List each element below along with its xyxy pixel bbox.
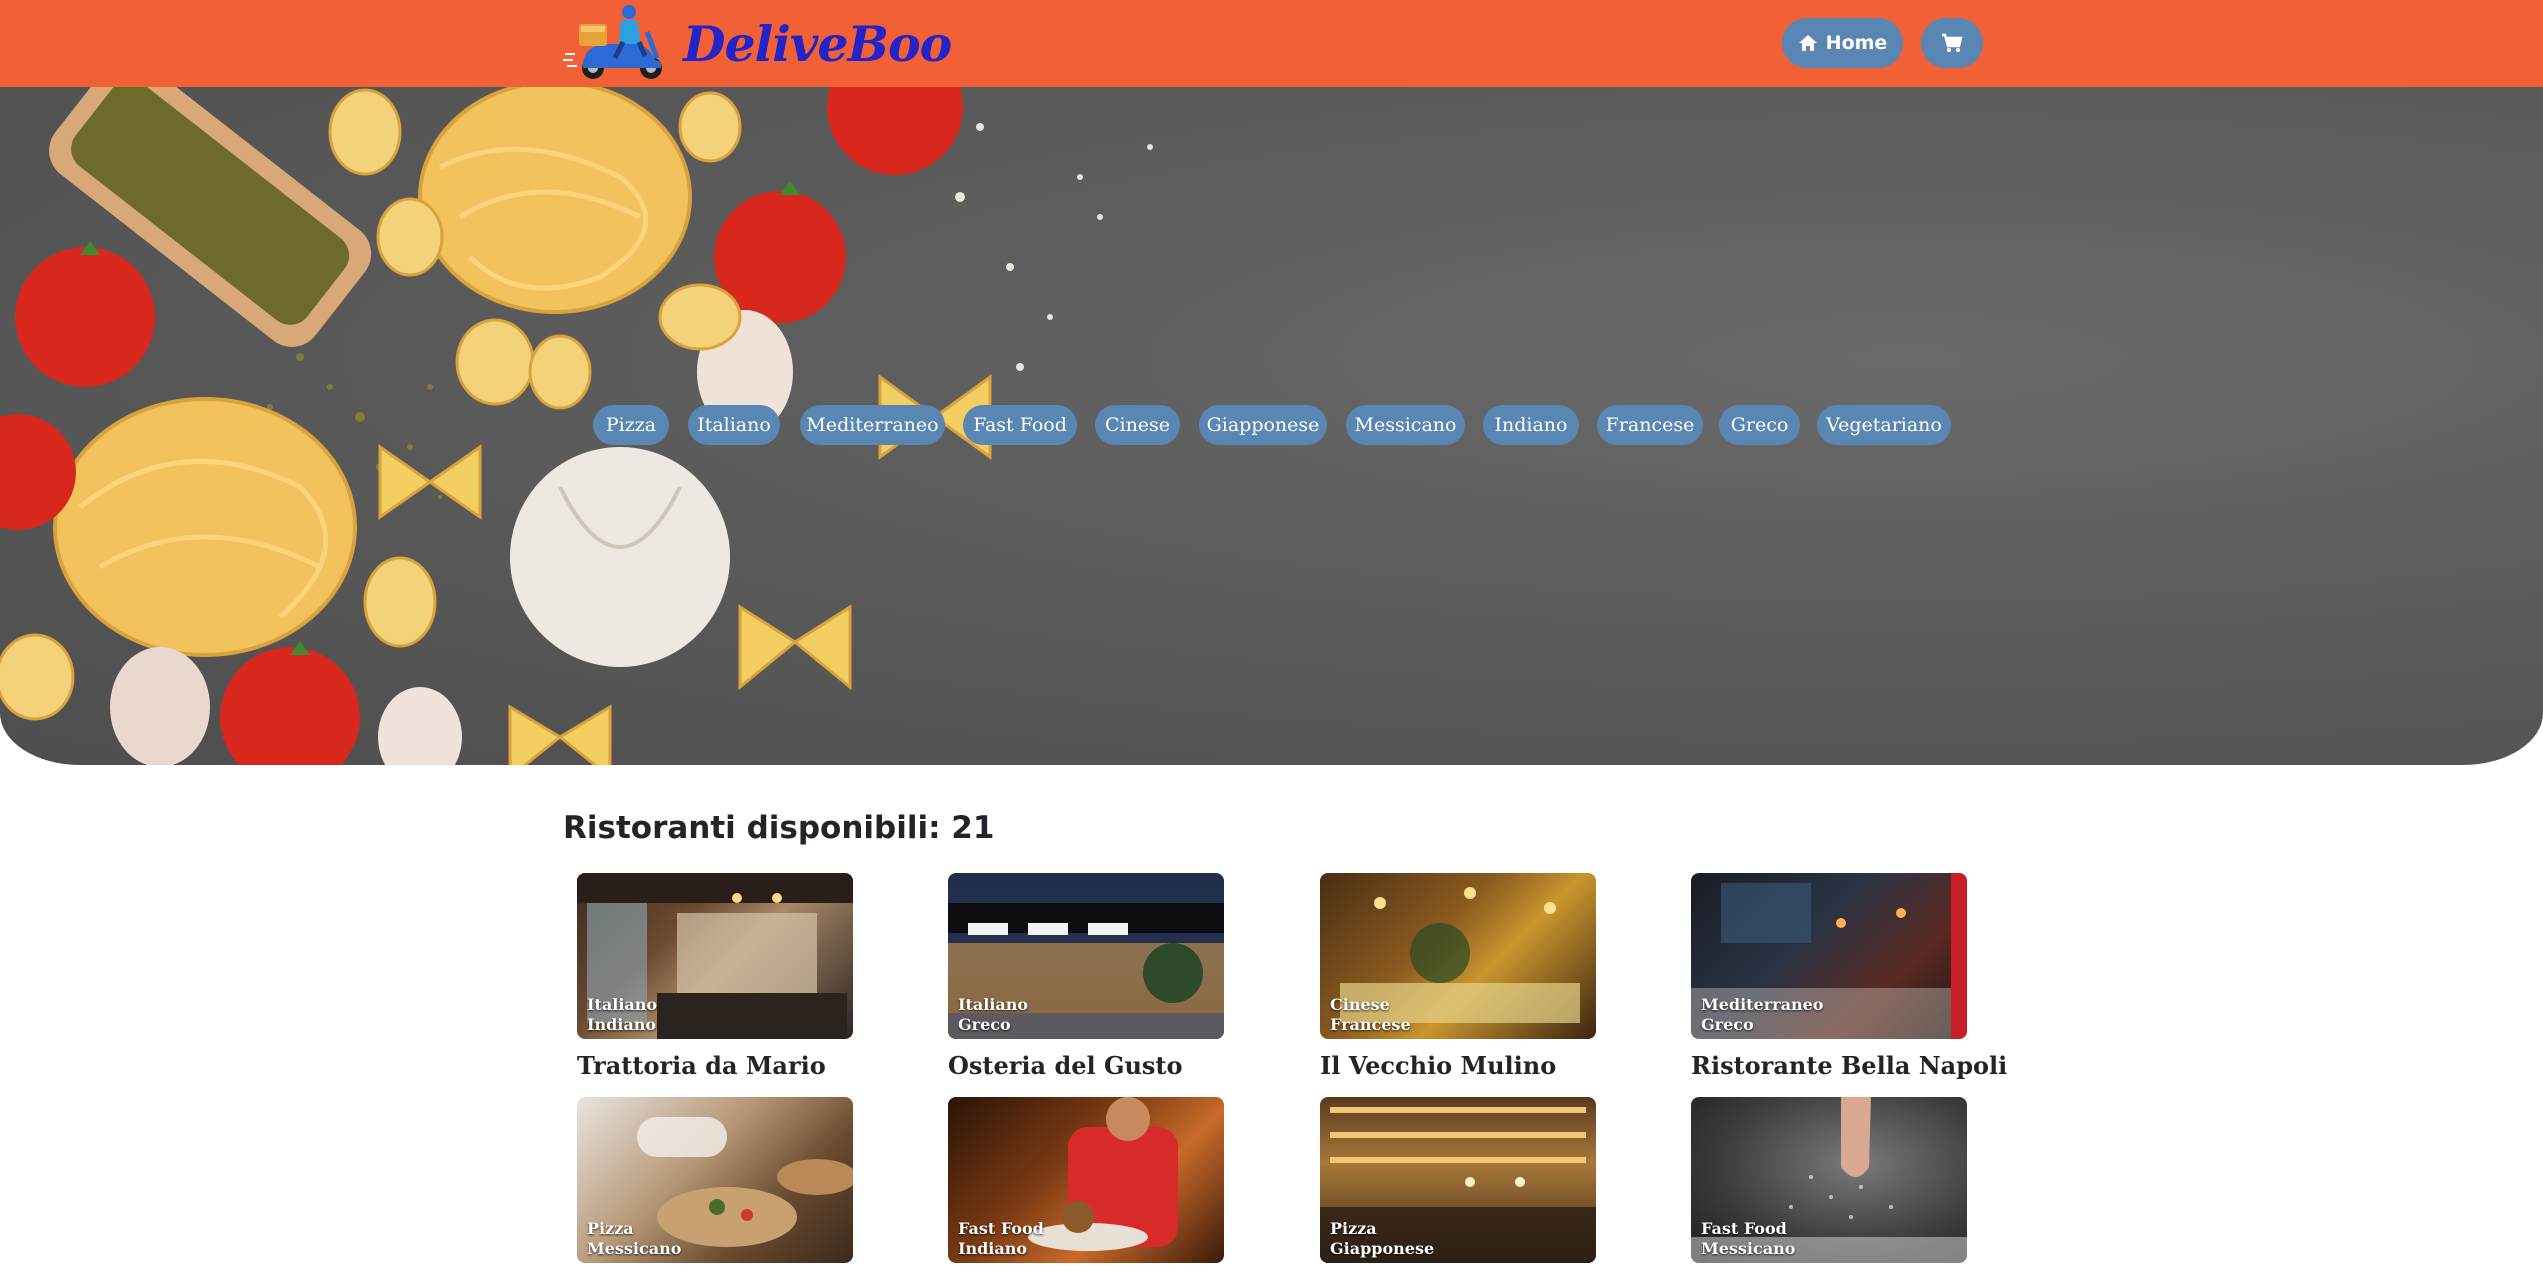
home-button[interactable]: Home	[1782, 18, 1903, 68]
restaurant-photo[interactable]: Fast Food Indiano	[948, 1097, 1224, 1263]
restaurant-name[interactable]: Il Vecchio Mulino	[1320, 1051, 1596, 1080]
home-icon	[1798, 35, 1817, 51]
restaurant-card[interactable]: Fast Food Indiano	[948, 1097, 1224, 1263]
category-pill-cinese[interactable]: Cinese	[1095, 405, 1180, 445]
category-pill-francese[interactable]: Francese	[1597, 405, 1703, 445]
restaurant-photo[interactable]: Italiano Indiano	[577, 873, 853, 1039]
restaurant-card[interactable]: Fast Food Messicano	[1691, 1097, 1967, 1263]
restaurant-card[interactable]: Italiano Indiano Trattoria da Mario	[577, 873, 853, 1080]
restaurant-type-tags: Italiano Greco	[958, 995, 1029, 1034]
top-navbar: DeliveBoo Home	[0, 0, 2543, 87]
restaurant-photo[interactable]: Mediterraneo Greco	[1691, 873, 1967, 1039]
restaurant-photo[interactable]: Italiano Greco	[948, 873, 1224, 1039]
restaurant-name[interactable]: Ristorante Bella Napoli	[1691, 1051, 2007, 1080]
restaurant-photo[interactable]: Cinese Francese	[1320, 873, 1596, 1039]
restaurant-type-tags: Italiano Indiano	[587, 995, 658, 1034]
category-pill-giapponese[interactable]: Giapponese	[1199, 405, 1327, 445]
category-pill-mediterraneo[interactable]: Mediterraneo	[800, 405, 945, 445]
cart-button[interactable]	[1921, 18, 1983, 68]
restaurant-photo[interactable]: Fast Food Messicano	[1691, 1097, 1967, 1263]
restaurant-photo[interactable]: Pizza Giapponese	[1320, 1097, 1596, 1263]
restaurant-card[interactable]: Pizza Giapponese	[1320, 1097, 1596, 1263]
category-pill-greco[interactable]: Greco	[1719, 405, 1800, 445]
restaurant-card[interactable]: Italiano Greco Osteria del Gusto	[948, 873, 1224, 1080]
restaurant-type-tags: Pizza Giapponese	[1330, 1219, 1435, 1258]
delivery-scooter-icon	[563, 4, 662, 79]
cart-icon	[1942, 33, 1963, 52]
restaurant-card[interactable]: Pizza Messicano	[577, 1097, 853, 1263]
home-label: Home	[1825, 32, 1888, 54]
restaurant-photo[interactable]: Pizza Messicano	[577, 1097, 853, 1263]
category-pill-vegetariano[interactable]: Vegetariano	[1817, 405, 1951, 445]
restaurant-card[interactable]: Mediterraneo Greco Ristorante Bella Napol…	[1691, 873, 2007, 1080]
category-pill-messicano[interactable]: Messicano	[1346, 405, 1465, 445]
brand-name: DeliveBoo	[683, 14, 952, 73]
brand-logo[interactable]: DeliveBoo	[563, 0, 952, 87]
restaurant-type-tags: Fast Food Indiano	[958, 1219, 1044, 1258]
category-pill-indiano[interactable]: Indiano	[1483, 405, 1579, 445]
restaurant-type-tags: Pizza Messicano	[587, 1219, 682, 1258]
category-pill-pizza[interactable]: Pizza	[593, 405, 669, 445]
restaurant-card[interactable]: Cinese Francese Il Vecchio Mulino	[1320, 873, 1596, 1080]
restaurant-type-tags: Fast Food Messicano	[1701, 1219, 1796, 1258]
restaurant-type-tags: Mediterraneo Greco	[1701, 995, 1824, 1034]
restaurant-name[interactable]: Osteria del Gusto	[948, 1051, 1224, 1080]
hero-banner: Pizza Italiano Mediterraneo Fast Food Ci…	[0, 87, 2543, 765]
restaurants-count-heading: Ristoranti disponibili: 21	[563, 810, 995, 846]
restaurant-name[interactable]: Trattoria da Mario	[577, 1051, 853, 1080]
category-pill-fast-food[interactable]: Fast Food	[963, 405, 1077, 445]
category-pill-italiano[interactable]: Italiano	[688, 405, 780, 445]
restaurant-type-tags: Cinese Francese	[1330, 995, 1411, 1034]
